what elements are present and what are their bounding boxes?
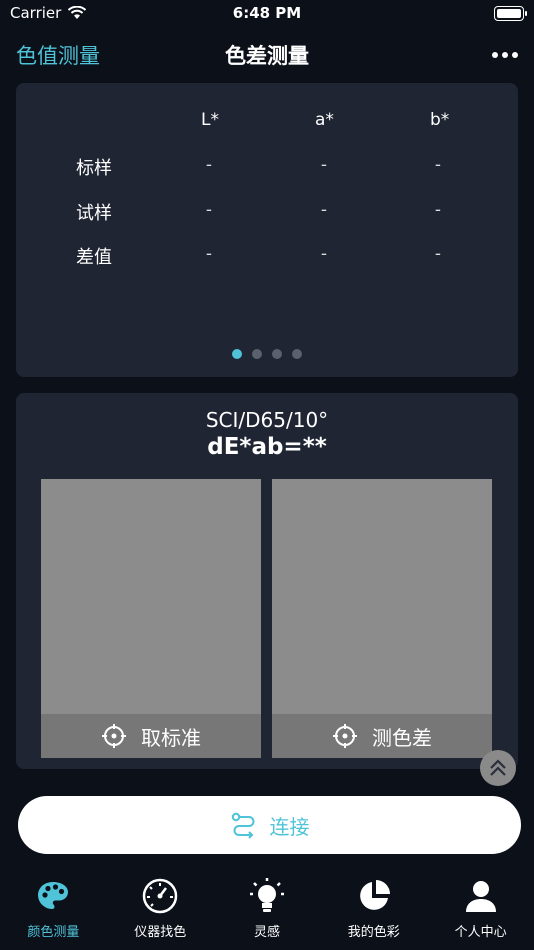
- standard-b-value: -: [434, 155, 442, 175]
- tab-label: 个人中心: [454, 925, 507, 940]
- delta-e-value: dE*ab=**: [207, 434, 327, 460]
- tab-label: 灵感: [253, 925, 280, 940]
- tab-label: 我的色彩: [347, 925, 400, 940]
- row-label-sample: 试样: [76, 203, 112, 224]
- user-icon: [461, 876, 501, 916]
- row-label-difference: 差值: [76, 247, 112, 268]
- status-bar: Carrier 6:48 PM: [0, 0, 534, 28]
- scroll-to-top-button[interactable]: [480, 750, 516, 786]
- measure-difference-label: 测色差: [372, 725, 432, 750]
- tab-instrument-find-color[interactable]: 仪器找色: [107, 870, 214, 950]
- measurement-condition: SCI/D65/10°: [205, 408, 329, 432]
- header-b: b*: [430, 110, 450, 130]
- sample-b-value: -: [434, 200, 442, 220]
- take-standard-button[interactable]: 取标准: [41, 714, 261, 758]
- nav-bar: 色值测量 色差测量: [0, 30, 534, 78]
- tab-color-measure[interactable]: 颜色测量: [0, 870, 107, 950]
- sample-swatch: 测色差: [272, 479, 492, 758]
- page-dot[interactable]: [232, 349, 242, 359]
- sample-a-value: -: [320, 200, 328, 220]
- take-standard-label: 取标准: [141, 725, 201, 750]
- status-time: 6:48 PM: [232, 4, 302, 22]
- page-indicator[interactable]: [0, 349, 534, 359]
- page-dot[interactable]: [292, 349, 302, 359]
- row-label-standard: 标样: [76, 158, 112, 179]
- lightbulb-icon: [247, 876, 287, 916]
- route-icon: [231, 812, 254, 839]
- color-value-link[interactable]: 色值测量: [16, 40, 100, 70]
- standard-swatch: 取标准: [41, 479, 261, 758]
- difference-b-value: -: [434, 244, 442, 264]
- target-icon: [333, 724, 357, 748]
- page-dot[interactable]: [272, 349, 282, 359]
- header-a: a*: [315, 110, 334, 130]
- header-l: L*: [201, 110, 219, 130]
- tab-label: 颜色测量: [27, 925, 80, 940]
- gauge-icon: [140, 876, 180, 916]
- battery-icon: [494, 6, 527, 21]
- pie-chart-icon: [354, 876, 394, 916]
- palette-icon: [33, 876, 73, 916]
- tab-my-colors[interactable]: 我的色彩: [320, 870, 427, 950]
- difference-a-value: -: [320, 244, 328, 264]
- difference-l-value: -: [205, 244, 213, 264]
- sample-l-value: -: [205, 200, 213, 220]
- measure-difference-button[interactable]: 测色差: [272, 714, 492, 758]
- connect-button[interactable]: 连接: [18, 796, 521, 854]
- standard-l-value: -: [205, 155, 213, 175]
- tab-profile[interactable]: 个人中心: [427, 870, 534, 950]
- tab-bar: 颜色测量 仪器找色 灵感 我的色彩 个人中心: [0, 870, 534, 950]
- connect-label: 连接: [269, 814, 310, 839]
- screen: Carrier 6:48 PM 色值测量 色差测量 L* a* b* 标样 - …: [0, 0, 534, 950]
- tab-label: 仪器找色: [134, 925, 187, 940]
- double-chevron-up-icon: [490, 759, 506, 776]
- tab-inspiration[interactable]: 灵感: [214, 870, 321, 950]
- more-icon[interactable]: [492, 52, 518, 58]
- target-icon: [102, 724, 126, 748]
- page-dot[interactable]: [252, 349, 262, 359]
- standard-a-value: -: [320, 155, 328, 175]
